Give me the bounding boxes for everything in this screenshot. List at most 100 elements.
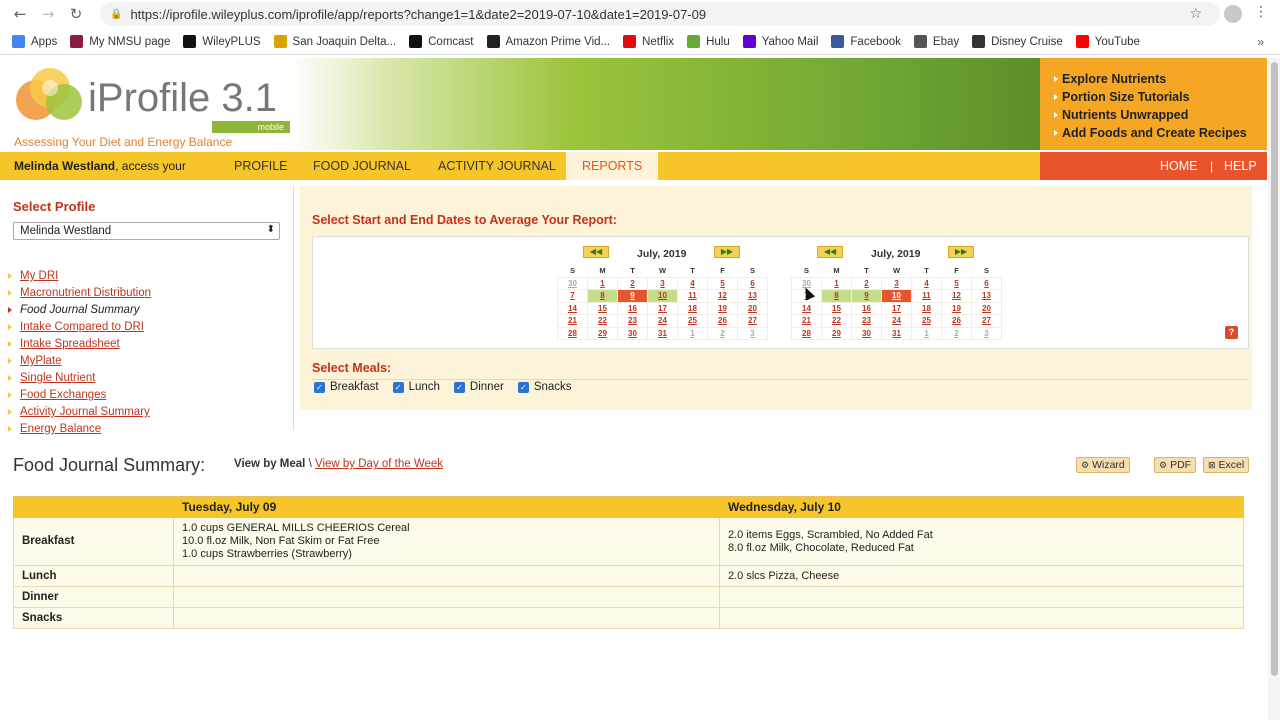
reload-icon[interactable]: ↻ [62,5,90,23]
calendar-day[interactable]: 1 [587,276,618,290]
tab-activity-journal[interactable]: ACTIVITY JOURNAL [438,159,556,173]
calendar-day[interactable]: 14 [557,301,588,315]
calendar-day[interactable]: 9 [617,289,648,303]
calendar-day[interactable]: 3 [647,276,678,290]
calendar-day[interactable]: 21 [557,314,588,328]
forward-arrow-icon[interactable]: → [34,5,62,23]
calendar-day[interactable]: 6 [737,276,768,290]
calendar-day[interactable]: 18 [911,301,942,315]
prev-month-icon[interactable]: ◀◀ [583,246,609,258]
next-month-icon[interactable]: ▶▶ [714,246,740,258]
bookmark-item[interactable]: Facebook [831,35,901,48]
calendar-day[interactable]: 25 [677,314,708,328]
checkbox-checked-icon[interactable]: ✓ [314,381,325,393]
bookmark-item[interactable]: Yahoo Mail [742,35,818,48]
meal-option[interactable]: ✓ Dinner [453,381,504,393]
sidebar-link[interactable]: Activity Journal Summary [8,404,151,421]
calendar-day[interactable]: 27 [737,314,768,328]
sidebar-link[interactable]: My DRI [8,268,151,285]
calendar-day[interactable]: 2 [707,326,738,340]
calendar-day[interactable]: 30 [557,276,588,290]
bookmark-star-icon[interactable]: ☆ [1189,6,1202,22]
url-text[interactable]: https://iprofile.wileyplus.com/iprofile/… [130,7,706,22]
view-by-day-link[interactable]: View by Day of the Week [315,458,443,470]
back-arrow-icon[interactable]: ← [6,5,34,23]
calendar-day[interactable]: 12 [941,289,972,303]
calendar-day[interactable]: 23 [617,314,648,328]
calendar-day[interactable]: 5 [707,276,738,290]
tab-profile[interactable]: PROFILE [234,159,288,173]
quick-link-add-foods[interactable]: Add Foods and Create Recipes [1054,124,1267,142]
calendar-day[interactable]: 10 [881,289,912,303]
scrollbar-thumb[interactable] [1271,62,1278,676]
prev-month-icon[interactable]: ◀◀ [817,246,843,258]
calendar-day[interactable]: 1 [677,326,708,340]
page-scrollbar[interactable] [1268,58,1280,720]
calendar-day[interactable]: 15 [587,301,618,315]
bookmark-item[interactable]: Amazon Prime Vid... [486,35,610,48]
calendar-day[interactable]: 29 [821,326,852,340]
calendar-day[interactable]: 28 [791,326,822,340]
excel-button[interactable]: ⊠ Excel [1203,457,1250,473]
calendar-day[interactable]: 8 [821,289,852,303]
bookmark-item[interactable]: My NMSU page [70,35,170,48]
bookmark-item[interactable]: San Joaquin Delta... [273,35,396,48]
calendar-day[interactable]: 20 [971,301,1002,315]
calendar-day[interactable]: 23 [851,314,882,328]
bookmarks-more-icon[interactable]: » [1257,35,1264,49]
calendar-day[interactable]: 26 [941,314,972,328]
calendar-day[interactable]: 3 [971,326,1002,340]
bookmark-item[interactable]: Hulu [687,35,730,48]
logo-title[interactable]: iProfile 3.1 [88,76,277,121]
quick-link-nutrients-unwrapped[interactable]: Nutrients Unwrapped [1054,106,1267,124]
bookmark-item[interactable]: WileyPLUS [183,35,261,48]
checkbox-checked-icon[interactable]: ✓ [517,381,529,393]
calendar-day[interactable]: 16 [851,301,882,315]
checkbox-checked-icon[interactable]: ✓ [392,381,404,393]
wizard-button[interactable]: ⚙ Wizard [1076,457,1130,473]
bookmark-item[interactable]: YouTube [1075,35,1140,48]
calendar-day[interactable]: 22 [587,314,618,328]
calendar-day[interactable]: 16 [617,301,648,315]
calendar-day[interactable]: 3 [737,326,768,340]
calendar-day[interactable]: 11 [911,289,942,303]
profile-select[interactable]: Melinda Westland [13,222,280,240]
calendar-day[interactable]: 15 [821,301,852,315]
calendar-day[interactable]: 29 [587,326,618,340]
sidebar-link[interactable]: Food Journal Summary [8,302,151,319]
calendar-day[interactable]: 13 [971,289,1002,303]
calendar-day[interactable]: 2 [941,326,972,340]
calendar-day[interactable]: 22 [821,314,852,328]
tab-reports[interactable]: REPORTS [566,152,659,180]
bookmark-item[interactable]: Netflix [623,35,674,48]
calendar-day[interactable]: 5 [941,276,972,290]
sidebar-link[interactable]: Energy Balance [8,421,151,438]
calendar-day[interactable]: 30 [617,326,648,340]
calendar-day[interactable]: 3 [881,276,912,290]
sidebar-link[interactable]: Food Exchanges [8,387,151,404]
calendar-day[interactable]: 31 [881,326,912,340]
quick-link-portion-size[interactable]: Portion Size Tutorials [1054,88,1267,106]
meal-option[interactable]: ✓ Lunch [392,381,440,393]
bookmark-item[interactable]: Ebay [913,35,959,48]
calendar-day[interactable]: 11 [677,289,708,303]
calendar-day[interactable]: 4 [677,276,708,290]
sidebar-link[interactable]: Macronutrient Distribution [8,285,151,302]
calendar-day[interactable]: 21 [791,314,822,328]
calendar-day[interactable]: 20 [737,301,768,315]
bookmark-item[interactable]: Disney Cruise [972,35,1063,48]
calendar-day[interactable]: 6 [971,276,1002,290]
home-link[interactable]: HOME [1160,159,1198,173]
calendar-day[interactable]: 24 [881,314,912,328]
calendar-day[interactable]: 26 [707,314,738,328]
calendar-day[interactable]: 31 [647,326,678,340]
meal-option[interactable]: ✓ Snacks [517,381,572,393]
calendar-day[interactable]: 7 [557,289,588,303]
calendar-day[interactable]: 2 [617,276,648,290]
sidebar-link[interactable]: MyPlate [8,353,151,370]
bookmark-item[interactable]: Comcast [409,35,474,48]
calendar-day[interactable]: 1 [821,276,852,290]
calendar-help-icon[interactable]: ? [1225,326,1238,339]
calendar-day[interactable]: 10 [647,289,678,303]
quick-link-explore-nutrients[interactable]: Explore Nutrients [1054,70,1267,88]
